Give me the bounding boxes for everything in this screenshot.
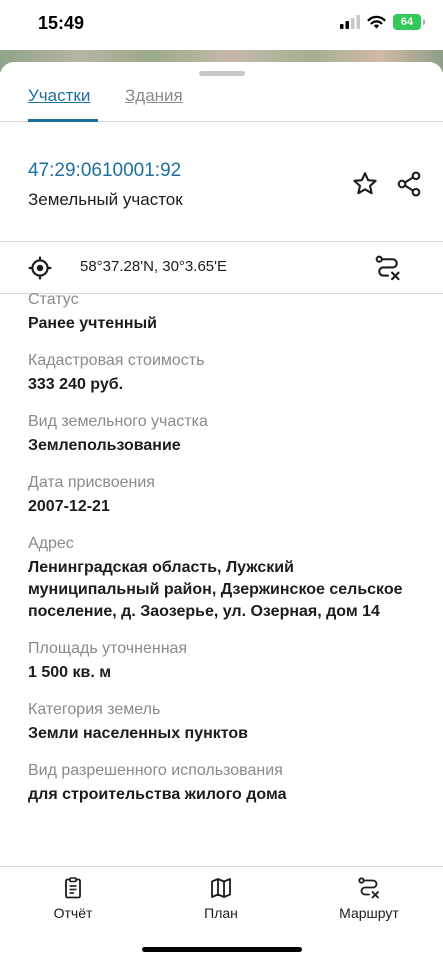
signal-icon bbox=[340, 15, 360, 29]
battery-icon: 64 bbox=[393, 14, 425, 30]
coordinates-text[interactable]: 58°37.28'N, 30°3.65'E bbox=[80, 258, 227, 275]
share-icon bbox=[397, 171, 421, 197]
field-value: 333 240 руб. bbox=[28, 376, 124, 393]
map-icon bbox=[211, 878, 231, 898]
field-value: 2007-12-21 bbox=[28, 498, 110, 515]
nav-map-label: План bbox=[204, 905, 238, 921]
sheet-drag-handle[interactable] bbox=[199, 71, 245, 76]
field-value: для строительства жилого дома bbox=[28, 786, 287, 803]
route-button[interactable] bbox=[372, 252, 404, 284]
wifi-icon bbox=[367, 15, 386, 29]
cadastral-number[interactable]: 47:29:0610001:92 bbox=[28, 160, 181, 182]
nav-map[interactable]: План bbox=[166, 875, 276, 921]
status-time: 15:49 bbox=[38, 13, 85, 33]
field-permitted-use: Вид разрешенного использования для строи… bbox=[28, 761, 418, 806]
nav-report[interactable]: Отчёт bbox=[18, 875, 128, 921]
tab-buildings[interactable]: Здания bbox=[125, 86, 183, 106]
locate-button[interactable] bbox=[24, 252, 56, 284]
field-label: Вид земельного участка bbox=[28, 413, 208, 430]
field-address: Адрес Ленинградская область, Лужский мун… bbox=[28, 534, 418, 623]
tab-parcels[interactable]: Участки bbox=[28, 86, 90, 106]
field-label: Площадь уточненная bbox=[28, 640, 188, 657]
parcel-type: Земельный участок bbox=[28, 190, 183, 209]
field-value: 1 500 кв. м bbox=[28, 664, 112, 681]
field-land-category: Категория земель Земли населенных пункто… bbox=[28, 700, 418, 745]
field-cadastral-value: Кадастровая стоимость 333 240 руб. bbox=[28, 351, 418, 396]
field-value: Ранее учтенный bbox=[28, 315, 158, 332]
nav-route-label: Маршрут bbox=[339, 905, 399, 921]
share-button[interactable] bbox=[393, 168, 425, 200]
favorite-button[interactable] bbox=[349, 168, 381, 200]
star-icon bbox=[353, 172, 377, 195]
field-area: Площадь уточненная 1 500 кв. м bbox=[28, 639, 418, 684]
field-label: Кадастровая стоимость bbox=[28, 352, 205, 369]
field-label: Категория земель bbox=[28, 701, 161, 718]
field-parcel-kind: Вид земельного участка Землепользование bbox=[28, 412, 418, 457]
field-value: Земли населенных пунктов bbox=[28, 725, 249, 742]
field-value: Землепользование bbox=[28, 437, 181, 454]
parcel-details: Статус Ранее учтенный Кадастровая стоимо… bbox=[28, 290, 418, 822]
field-label: Дата присвоения bbox=[28, 474, 155, 491]
bottom-nav: Отчёт План Маршрут bbox=[0, 866, 443, 960]
nav-report-label: Отчёт bbox=[53, 905, 93, 921]
field-assigned-date: Дата присвоения 2007-12-21 bbox=[28, 473, 418, 518]
field-label: Вид разрешенного использования bbox=[28, 762, 283, 779]
field-label: Статус bbox=[28, 291, 79, 308]
route-icon bbox=[358, 877, 379, 899]
parcel-header: 47:29:0610001:92 Земельный участок bbox=[0, 122, 443, 242]
nav-route[interactable]: Маршрут bbox=[314, 875, 424, 921]
field-value: Ленинградская область, Лужский муниципал… bbox=[28, 559, 403, 620]
status-bar: 15:49 64 bbox=[0, 0, 443, 50]
field-status: Статус Ранее учтенный bbox=[28, 290, 418, 335]
location-target-icon bbox=[28, 256, 52, 280]
home-indicator[interactable] bbox=[142, 947, 302, 952]
report-icon bbox=[65, 877, 81, 899]
route-icon bbox=[375, 255, 400, 281]
status-icons: 64 bbox=[340, 14, 425, 30]
parcel-sheet: Участки Здания 47:29:0610001:92 Земельны… bbox=[0, 62, 443, 960]
tab-bar: Участки Здания bbox=[0, 82, 443, 122]
coordinates-row: 58°37.28'N, 30°3.65'E bbox=[0, 242, 443, 294]
field-label: Адрес bbox=[28, 535, 74, 552]
